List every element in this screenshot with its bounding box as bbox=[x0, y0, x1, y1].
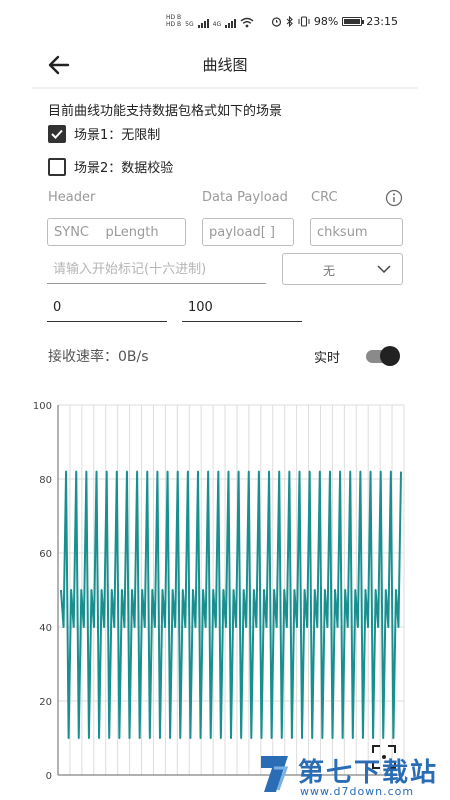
alarm-icon bbox=[271, 17, 281, 27]
divider bbox=[32, 87, 418, 89]
toggle-thumb bbox=[380, 346, 400, 366]
signal-1-icon bbox=[197, 19, 209, 28]
battery-text: 98% bbox=[313, 15, 339, 28]
scenario-description: 目前曲线功能支持数据包格式如下的场景 bbox=[48, 104, 283, 119]
scenario-2-label: 场景2：数据校验 bbox=[74, 161, 174, 176]
series-line bbox=[60, 470, 402, 739]
crc-label: CRC bbox=[311, 190, 338, 205]
status-bar: HD B HD B 5G 4G 98% 23:15 bbox=[0, 0, 450, 44]
line-chart[interactable]: 0 20 40 60 80 100 bbox=[0, 395, 450, 785]
net2-label: 4G bbox=[212, 21, 222, 28]
watermark-url: www.d7down.com bbox=[300, 785, 415, 798]
battery-icon bbox=[342, 17, 365, 26]
page-title: 曲线图 bbox=[202, 56, 248, 74]
vibrate-icon bbox=[298, 16, 310, 27]
range-min-input[interactable] bbox=[47, 294, 167, 322]
clock: 23:15 bbox=[366, 15, 398, 28]
range-max-input[interactable] bbox=[182, 294, 302, 322]
select-value: 无 bbox=[323, 264, 336, 278]
y-tick-label: 0 bbox=[46, 771, 52, 782]
realtime-label: 实时 bbox=[314, 351, 341, 366]
signal-2-icon bbox=[225, 19, 237, 28]
scenario-2-checkbox[interactable]: 场景2：数据校验 bbox=[48, 157, 173, 176]
start-marker-select[interactable]: 无 bbox=[282, 253, 403, 285]
receive-rate: 接收速率：0B/s bbox=[48, 349, 149, 365]
wifi-icon bbox=[240, 17, 254, 28]
payload-input[interactable] bbox=[202, 218, 294, 246]
checkbox-checked-icon[interactable] bbox=[48, 124, 66, 143]
watermark-title: 第七下载站 bbox=[298, 758, 439, 788]
status-left: HD B HD B 5G 4G bbox=[166, 14, 254, 28]
app-bar: 曲线图 bbox=[0, 44, 450, 88]
header-input[interactable] bbox=[47, 218, 186, 246]
watermark-logo bbox=[261, 756, 289, 792]
status-right: 98% 23:15 bbox=[271, 15, 398, 28]
info-icon[interactable] bbox=[385, 189, 403, 207]
scenario-1-checkbox[interactable]: 场景1：无限制 bbox=[48, 124, 160, 143]
realtime-toggle[interactable] bbox=[366, 345, 402, 367]
payload-label: Data Payload bbox=[202, 190, 288, 205]
scenario-1-label: 场景1：无限制 bbox=[74, 128, 161, 143]
checkbox-unchecked-icon[interactable] bbox=[48, 157, 66, 176]
net1-label: 5G bbox=[185, 21, 194, 28]
y-tick-label: 20 bbox=[39, 697, 52, 708]
chevron-down-icon bbox=[377, 265, 391, 274]
header-label: Header bbox=[48, 190, 96, 205]
y-tick-label: 80 bbox=[39, 475, 52, 486]
bluetooth-icon bbox=[286, 16, 293, 27]
crc-input[interactable] bbox=[310, 218, 403, 246]
sim2-label: HD B bbox=[166, 21, 182, 28]
sim1-label: HD B bbox=[166, 14, 182, 21]
y-tick-label: 60 bbox=[39, 549, 52, 560]
watermark: 第七下载站 www.d7down.com bbox=[258, 748, 450, 800]
y-tick-label: 40 bbox=[39, 623, 52, 634]
start-marker-input[interactable] bbox=[47, 256, 266, 284]
y-tick-label: 100 bbox=[33, 401, 52, 412]
sim-labels: HD B HD B bbox=[166, 14, 181, 28]
